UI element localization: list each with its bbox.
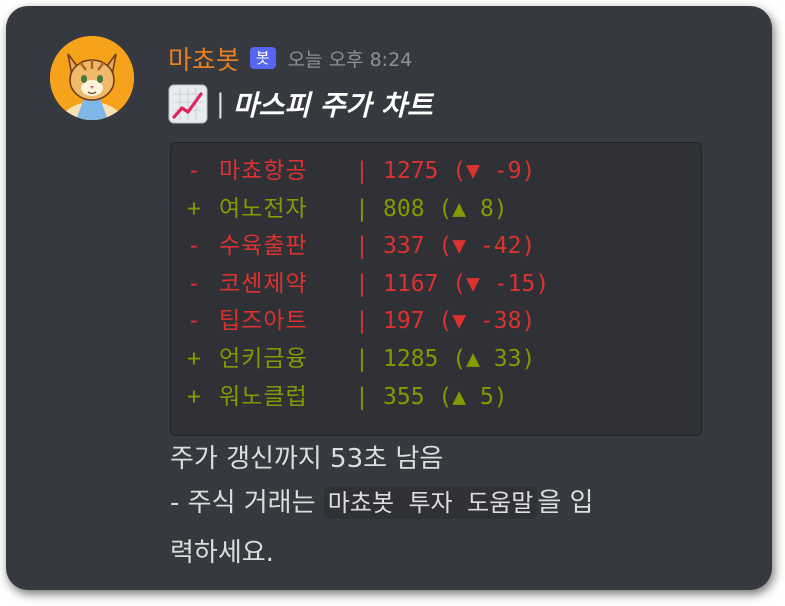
stock-code-block: - 마쵸항공 | 1275 (▼ -9) + 여노전자 | 808 (▲ 8) - 수육출판 | 33… [170,142,702,436]
stock-change: (▼ -9) [452,158,536,184]
stock-price: 1167 [383,270,439,297]
help-command-code: 마쵸봇 투자 도움말 [323,487,538,519]
message-card: 마쵸봇 봇 오늘 오후 8:24 | 마스피 주가 차트 - 마쵸항공 | 1275 … [6,6,772,590]
stock-name: 언키금융 [219,345,308,372]
stock-sign: - [187,270,201,297]
stock-separator: | [355,383,369,410]
chart-title-line: | 마스피 주가 차트 [168,82,433,126]
stock-name: 여노전자 [219,195,308,222]
stock-row: - 마쵸항공 | 1275 (▼ -9) [187,153,701,191]
cat-avatar-icon [50,36,134,120]
stock-price: 197 [383,308,425,335]
chart-increasing-icon [168,84,208,124]
stock-price: 1285 [383,345,439,372]
stock-sign: + [187,195,201,222]
stock-change: (▲ 33) [452,345,536,372]
stock-price: 1275 [383,158,439,184]
stock-price: 355 [383,383,425,410]
stock-change: (▼ -15) [452,270,550,297]
stock-sign: + [187,383,201,410]
stock-row: + 여노전자 | 808 (▲ 8) [187,191,701,229]
username[interactable]: 마쵸봇 [168,40,240,77]
hint-line: - 주식 거래는 마쵸봇 투자 도움말 을 입 [170,482,593,519]
title-separator: | [216,89,225,119]
stock-sign: - [187,308,201,335]
stock-row: - 수육출판 | 337 (▼ -42) [187,228,701,266]
stock-separator: | [355,195,369,222]
stock-separator: | [355,270,369,297]
chart-title: 마스피 주가 차트 [232,89,433,122]
stock-row: + 언키금융 | 1285 (▲ 33) [187,341,701,379]
stock-sign: - [187,158,201,184]
hint-line-2: 력하세요. [170,538,274,568]
timestamp[interactable]: 오늘 오후 8:24 [288,45,413,72]
countdown-text: 주가 갱신까지 53초 남음 [170,444,444,474]
stock-name: 마쵸항공 [219,158,308,184]
stock-price: 337 [383,233,425,260]
stock-price: 808 [383,195,425,222]
stock-change: (▼ -38) [438,308,536,335]
bot-badge: 봇 [249,47,276,69]
stock-name: 수육출판 [219,233,308,260]
stock-name: 워노클럽 [219,383,308,410]
stock-separator: | [355,345,369,372]
stock-change: (▼ -42) [438,233,536,260]
bot-avatar[interactable] [50,36,134,120]
stock-separator: | [355,308,369,335]
hint-suffix: 을 입 [537,488,594,518]
stock-change: (▲ 8) [438,195,508,222]
stock-name: 코센제약 [219,270,308,297]
stock-row: - 코센제약 | 1167 (▼ -15) [187,266,701,304]
stock-sign: - [187,233,201,260]
stock-separator: | [355,233,369,260]
stock-sign: + [187,345,201,372]
hint-prefix: - 주식 거래는 [170,488,324,518]
stock-row: - 팁즈아트 | 197 (▼ -38) [187,303,701,341]
message-header: 마쵸봇 봇 오늘 오후 8:24 [168,38,412,78]
stock-name: 팁즈아트 [219,308,308,335]
stock-change: (▲ 5) [438,383,508,410]
stock-row: + 워노클럽 | 355 (▲ 5) [187,379,701,417]
stock-separator: | [355,158,369,184]
